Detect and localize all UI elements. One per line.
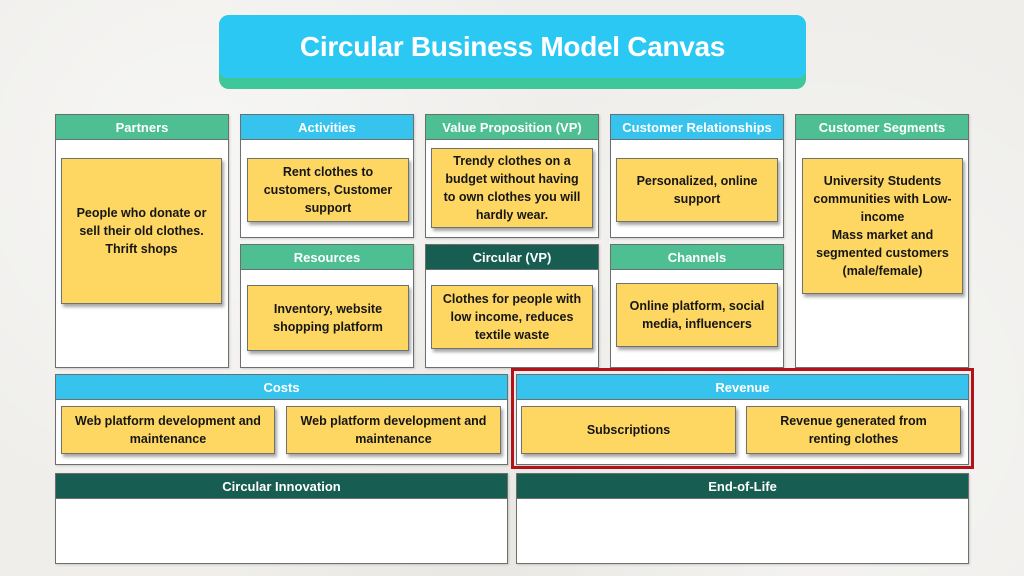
title-banner-face: Circular Business Model Canvas: [219, 15, 806, 78]
channels-header: Channels: [611, 245, 783, 270]
customer-segments-header: Customer Segments: [796, 115, 968, 140]
sticky-note[interactable]: People who donate or sell their old clot…: [61, 158, 222, 304]
resources-panel: Resources Inventory, website shopping pl…: [240, 244, 414, 368]
sticky-note[interactable]: University Students communities with Low…: [802, 158, 963, 294]
customer-segments-panel: Customer Segments University Students co…: [795, 114, 969, 368]
value-proposition-header: Value Proposition (VP): [426, 115, 598, 140]
partners-panel: Partners People who donate or sell their…: [55, 114, 229, 368]
sticky-note[interactable]: Web platform development and maintenance: [61, 406, 275, 454]
customer-relationships-panel: Customer Relationships Personalized, onl…: [610, 114, 784, 238]
costs-panel: Costs Web platform development and maint…: [55, 374, 508, 465]
activities-header: Activities: [241, 115, 413, 140]
sticky-note[interactable]: Online platform, social media, influence…: [616, 283, 778, 347]
circular-innovation-header: Circular Innovation: [56, 474, 507, 499]
customer-relationships-header: Customer Relationships: [611, 115, 783, 140]
revenue-highlight-frame: [511, 368, 974, 469]
title-banner: Circular Business Model Canvas: [219, 15, 806, 89]
sticky-note[interactable]: Personalized, online support: [616, 158, 778, 222]
sticky-note[interactable]: Web platform development and maintenance: [286, 406, 501, 454]
activities-panel: Activities Rent clothes to customers, Cu…: [240, 114, 414, 238]
partners-header: Partners: [56, 115, 228, 140]
circular-vp-header: Circular (VP): [426, 245, 598, 270]
sticky-note[interactable]: Rent clothes to customers, Customer supp…: [247, 158, 409, 222]
circular-vp-panel: Circular (VP) Clothes for people with lo…: [425, 244, 599, 368]
circular-innovation-panel: Circular Innovation: [55, 473, 508, 564]
page-title: Circular Business Model Canvas: [299, 30, 726, 62]
sticky-note[interactable]: Clothes for people with low income, redu…: [431, 285, 593, 349]
value-proposition-panel: Value Proposition (VP) Trendy clothes on…: [425, 114, 599, 238]
end-of-life-header: End-of-Life: [517, 474, 968, 499]
sticky-note[interactable]: Trendy clothes on a budget without havin…: [431, 148, 593, 228]
costs-header: Costs: [56, 375, 507, 400]
channels-panel: Channels Online platform, social media, …: [610, 244, 784, 368]
sticky-note[interactable]: Inventory, website shopping platform: [247, 285, 409, 351]
end-of-life-panel: End-of-Life: [516, 473, 969, 564]
resources-header: Resources: [241, 245, 413, 270]
